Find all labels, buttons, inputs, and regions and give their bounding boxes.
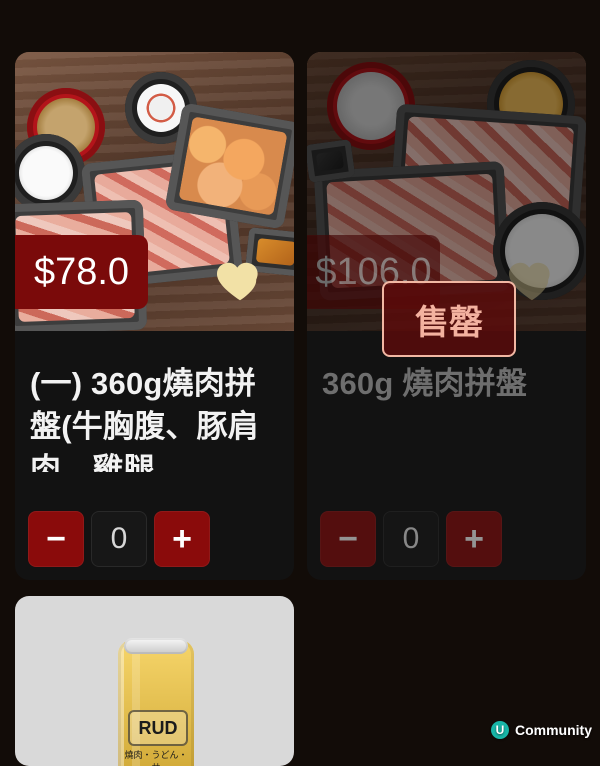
sauce [315,150,345,172]
chicken-tray [164,102,294,230]
sliced-meat-2 [326,173,498,289]
community-text: Community [515,722,592,738]
minus-icon: − [338,519,358,558]
product-title: (一) 360g燒肉拼盤(牛胸腹、豚肩肉、雞腿 [30,366,259,472]
increase-button[interactable]: + [154,511,210,567]
sold-out-text: 售罄 [415,303,483,342]
quantity-stepper[interactable]: − 0 + [28,511,210,567]
favorite-heart-icon[interactable] [213,253,267,307]
price-tag: $78.0 [15,235,148,309]
increase-button[interactable]: + [446,511,502,567]
can-subtext: 燒肉・うどん・丼 [124,750,188,766]
plus-icon: + [172,519,192,558]
can-logo: RUD [128,710,188,746]
can-logo-text: RUD [138,717,178,738]
rice [505,214,579,288]
side-dish [499,72,563,136]
chicken [178,116,288,216]
sold-out-badge: 售罄 [382,281,516,357]
community-badge-letter: U [495,723,505,737]
quantity-value: 0 [91,511,147,567]
product-image[interactable]: $78.0 [15,52,294,331]
product-title: 360g 燒肉拼盤 [322,366,528,401]
product-card[interactable]: $106.0 售罄 360g 燒肉拼盤 − 0 + [307,52,586,580]
decrease-button[interactable]: − [320,511,376,567]
salad [137,84,185,132]
price-text: $78.0 [33,250,130,293]
side-bowl [487,60,575,148]
quantity-stepper[interactable]: − 0 + [320,511,502,567]
sliced-meat [401,116,575,222]
meat-tray [389,103,586,235]
plus-icon: + [464,519,484,558]
sauce-dish [307,138,356,184]
quantity-value: 0 [383,511,439,567]
product-card-partial[interactable]: RUD 燒肉・うどん・丼 [15,596,294,766]
watermark: U Community [491,718,592,742]
soup-pot [327,62,415,150]
soup [337,72,405,140]
meat-tray-2 [313,161,511,301]
product-card[interactable]: $78.0 (一) 360g燒肉拼盤(牛胸腹、豚肩肉、雞腿 − 0 + [15,52,294,580]
community-badge-icon: U [491,721,509,739]
can-image: RUD 燒肉・うどん・丼 [118,638,194,766]
quantity-text: 0 [110,522,128,555]
quantity-text: 0 [402,522,420,555]
decrease-button[interactable]: − [28,511,84,567]
can-lid [124,638,188,654]
rice [19,146,73,200]
minus-icon: − [46,519,66,558]
